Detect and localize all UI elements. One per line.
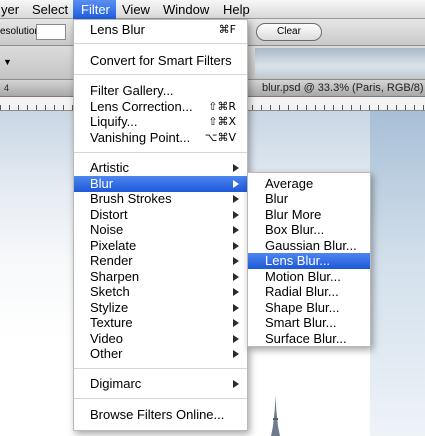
menu-item-label: Sketch: [90, 284, 130, 299]
menu-item-label: Brush Strokes: [90, 191, 172, 206]
menu-item-pixelate[interactable]: Pixelate: [74, 238, 247, 254]
menu-item-noise[interactable]: Noise: [74, 222, 247, 238]
menu-item-label: Texture: [90, 315, 133, 330]
submenu-arrow-icon: [233, 242, 239, 250]
shortcut-label: ⌥⌘V: [204, 131, 236, 144]
menu-item-label: Lens Correction...: [90, 99, 193, 114]
filter-menu: Lens Blur ⌘F Convert for Smart Filters F…: [73, 19, 248, 431]
menu-item-blur[interactable]: Blur: [74, 176, 247, 192]
menu-item-last-filter[interactable]: Lens Blur ⌘F: [74, 22, 247, 38]
menu-item-label: Render: [90, 253, 133, 268]
submenu-item-average[interactable]: Average: [248, 176, 370, 192]
menu-item-sketch[interactable]: Sketch: [74, 284, 247, 300]
menu-item-browse-filters-online[interactable]: Browse Filters Online...: [74, 407, 247, 423]
clear-button[interactable]: Clear: [256, 23, 322, 41]
submenu-item-blur[interactable]: Blur: [248, 191, 370, 207]
menu-separator: [74, 43, 247, 44]
menu-item-sharpen[interactable]: Sharpen: [74, 269, 247, 285]
submenu-item-smart-blur[interactable]: Smart Blur...: [248, 315, 370, 331]
submenu-arrow-icon: [233, 380, 239, 388]
shortcut-label: ⌘F: [218, 23, 236, 36]
document-title: blur.psd @ 33.3% (Paris, RGB/8): [262, 82, 424, 94]
submenu-arrow-icon: [233, 211, 239, 219]
menu-item-label: Noise: [90, 222, 124, 237]
menu-item-label: Video: [90, 331, 124, 346]
menu-item-convert-smart-filters[interactable]: Convert for Smart Filters: [74, 53, 247, 69]
menu-item-label: Artistic: [90, 160, 129, 175]
submenu-arrow-icon: [233, 180, 239, 188]
menu-item-texture[interactable]: Texture: [74, 315, 247, 331]
submenu-item-shape-blur[interactable]: Shape Blur...: [248, 300, 370, 316]
menu-item-vanishing-point[interactable]: Vanishing Point... ⌥⌘V: [74, 130, 247, 146]
menu-item-label: Digimarc: [90, 376, 142, 391]
submenu-arrow-icon: [233, 257, 239, 265]
menu-separator: [74, 74, 247, 75]
submenu-arrow-icon: [233, 164, 239, 172]
menubar-item-select[interactable]: Select: [28, 0, 72, 19]
menu-item-label: Vanishing Point...: [90, 130, 191, 145]
canvas-sky-region: [370, 111, 425, 436]
menu-item-artistic[interactable]: Artistic: [74, 160, 247, 176]
menu-item-digimarc[interactable]: Digimarc: [74, 376, 247, 392]
menu-separator: [74, 152, 247, 153]
submenu-arrow-icon: [233, 195, 239, 203]
menu-item-render[interactable]: Render: [74, 253, 247, 269]
submenu-item-gaussian-blur[interactable]: Gaussian Blur...: [248, 238, 370, 254]
submenu-item-box-blur[interactable]: Box Blur...: [248, 222, 370, 238]
menu-item-label: Stylize: [90, 300, 129, 315]
submenu-item-blur-more[interactable]: Blur More: [248, 207, 370, 223]
menubar-item-view[interactable]: View: [118, 0, 154, 19]
submenu-arrow-icon: [233, 335, 239, 343]
shortcut-label: ⇧⌘R: [208, 100, 236, 113]
menu-item-video[interactable]: Video: [74, 331, 247, 347]
menu-separator: [74, 368, 247, 369]
menu-bar: yer Select Filter View Window Help: [0, 0, 425, 19]
menubar-item-help[interactable]: Help: [219, 0, 254, 19]
menubar-item-layer[interactable]: yer: [0, 0, 23, 19]
menubar-item-window[interactable]: Window: [159, 0, 213, 19]
submenu-arrow-icon: [233, 304, 239, 312]
menu-item-lens-correction[interactable]: Lens Correction... ⇧⌘R: [74, 99, 247, 115]
menu-item-stylize[interactable]: Stylize: [74, 300, 247, 316]
submenu-arrow-icon: [233, 350, 239, 358]
submenu-item-surface-blur[interactable]: Surface Blur...: [248, 331, 370, 347]
ruler-number: 4: [4, 83, 10, 93]
menu-item-liquify[interactable]: Liquify... ⇧⌘X: [74, 114, 247, 130]
menu-item-filter-gallery[interactable]: Filter Gallery...: [74, 83, 247, 99]
menu-separator: [74, 398, 247, 399]
menu-item-label: Distort: [90, 207, 128, 222]
chevron-down-icon[interactable]: ▼: [3, 57, 12, 67]
menu-item-label: Other: [90, 346, 123, 361]
shortcut-label: ⇧⌘X: [208, 115, 236, 128]
menu-item-label: Blur: [90, 176, 114, 191]
submenu-item-radial-blur[interactable]: Radial Blur...: [248, 284, 370, 300]
eiffel-tower-image: [271, 396, 280, 436]
submenu-arrow-icon: [233, 273, 239, 281]
menubar-item-filter[interactable]: Filter: [73, 0, 116, 19]
submenu-arrow-icon: [233, 319, 239, 327]
thumbnail-strip: [255, 48, 425, 78]
menu-item-distort[interactable]: Distort: [74, 207, 247, 223]
menu-item-label: Sharpen: [90, 269, 140, 284]
menu-item-label: Liquify...: [90, 114, 138, 129]
menu-item-other[interactable]: Other: [74, 346, 247, 362]
submenu-item-motion-blur[interactable]: Motion Blur...: [248, 269, 370, 285]
submenu-arrow-icon: [233, 288, 239, 296]
menu-item-label: Pixelate: [90, 238, 137, 253]
blur-submenu: Average Blur Blur More Box Blur... Gauss…: [247, 172, 371, 347]
menu-item-label: Lens Blur: [90, 22, 145, 37]
menu-item-brush-strokes[interactable]: Brush Strokes: [74, 191, 247, 207]
submenu-item-lens-blur[interactable]: Lens Blur...: [248, 253, 370, 269]
resolution-field[interactable]: [36, 24, 66, 40]
submenu-arrow-icon: [233, 226, 239, 234]
menu-item-label: Filter Gallery...: [90, 83, 174, 98]
